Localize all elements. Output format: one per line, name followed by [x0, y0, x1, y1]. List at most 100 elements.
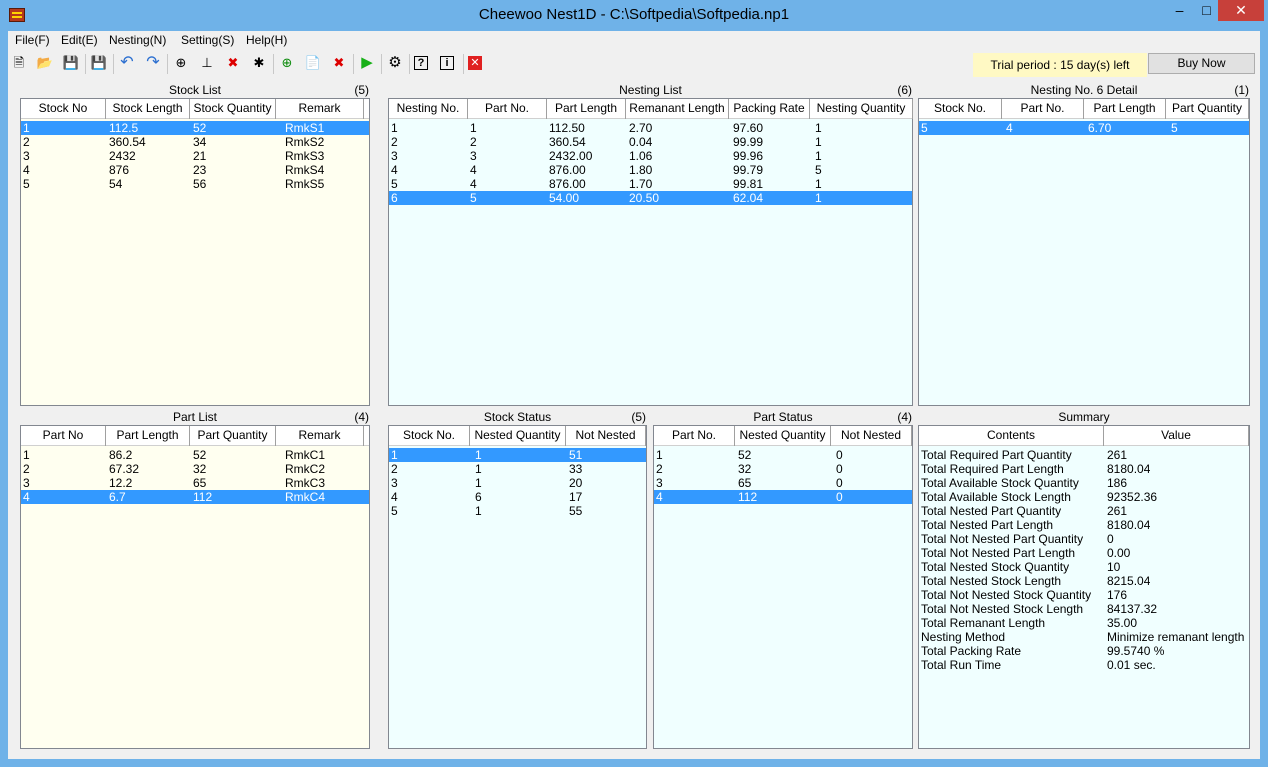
table-row[interactable]: 5 4 6.70 5 [919, 121, 1249, 135]
table-row[interactable]: Total Not Nested Stock Length 84137.32 [919, 602, 1249, 616]
clear-rows-icon[interactable]: ✱ [250, 54, 268, 72]
title-bar[interactable]: Cheewoo Nest1D - C:\Softpedia\Softpedia.… [0, 0, 1268, 31]
stock-status-grid[interactable]: Stock No. Nested Quantity Not Nested 1 1 51 2 1… [388, 425, 647, 749]
column-header[interactable]: Packing Rate [729, 99, 810, 119]
column-header[interactable]: Part Quantity [1166, 99, 1249, 119]
table-row[interactable]: 1 1 112.50 2.70 97.60 1 [389, 121, 912, 135]
exit-icon[interactable]: ✕ [468, 56, 482, 70]
table-row[interactable]: Total Available Stock Length 92352.36 [919, 490, 1249, 504]
table-row[interactable]: Total Not Nested Part Quantity 0 [919, 532, 1249, 546]
column-header[interactable]: Nesting No. [389, 99, 468, 119]
help-icon[interactable]: ? [414, 56, 428, 70]
table-row[interactable]: 2 360.54 34 RmkS2 [21, 135, 369, 149]
column-header[interactable]: Stock Quantity [190, 99, 276, 119]
buy-now-button[interactable]: Buy Now [1148, 53, 1255, 74]
table-row[interactable]: 1 86.2 52 RmkC1 [21, 448, 369, 462]
menu-help[interactable]: Help(H) [246, 33, 287, 47]
nesting-list-grid[interactable]: Nesting No. Part No. Part Length Remanant L… [388, 98, 913, 406]
table-row[interactable]: 2 1 33 [389, 462, 646, 476]
column-header[interactable]: Part No. [1002, 99, 1084, 119]
table-row[interactable]: 3 65 0 [654, 476, 912, 490]
table-row[interactable]: Total Run Time 0.01 sec. [919, 658, 1249, 672]
menu-nesting[interactable]: Nesting(N) [109, 33, 166, 47]
menu-edit[interactable]: Edit(E) [61, 33, 98, 47]
table-row[interactable]: Total Nested Part Quantity 261 [919, 504, 1249, 518]
column-header[interactable]: Nesting Quantity [810, 99, 913, 119]
column-header[interactable]: Value [1104, 426, 1249, 446]
column-header[interactable]: Stock Length [106, 99, 190, 119]
column-header[interactable]: Stock No [21, 99, 106, 119]
insert-document-icon[interactable]: 📄 [304, 54, 322, 72]
part-list-grid[interactable]: Part No Part Length Part Quantity Remark 1 86… [20, 425, 370, 749]
table-row[interactable]: Total Required Part Length 8180.04 [919, 462, 1249, 476]
column-header[interactable]: Part No. [654, 426, 735, 446]
table-row[interactable]: 2 32 0 [654, 462, 912, 476]
column-header[interactable]: Part No [21, 426, 106, 446]
open-folder-icon[interactable]: 📂 [36, 54, 54, 72]
table-row[interactable]: Total Not Nested Stock Quantity 176 [919, 588, 1249, 602]
table-row[interactable]: 5 4 876.00 1.70 99.81 1 [389, 177, 912, 191]
table-row[interactable]: Total Nested Part Length 8180.04 [919, 518, 1249, 532]
save-icon[interactable]: 💾 [62, 54, 80, 72]
table-row[interactable]: Total Remanant Length 35.00 [919, 616, 1249, 630]
column-header[interactable]: Part Length [1084, 99, 1166, 119]
table-row[interactable]: 4 6.7 112 RmkC4 [21, 490, 369, 504]
column-header[interactable]: Remanant Length [626, 99, 729, 119]
column-header[interactable]: Not Nested [831, 426, 912, 446]
column-header[interactable]: Part No. [468, 99, 547, 119]
table-row[interactable]: Total Nested Stock Length 8215.04 [919, 574, 1249, 588]
part-status-grid[interactable]: Part No. Nested Quantity Not Nested 1 52 0 2 32… [653, 425, 913, 749]
delete-document-icon[interactable]: ✖ [330, 54, 348, 72]
table-row[interactable]: 4 6 17 [389, 490, 646, 504]
summary-grid[interactable]: Contents Value Total Required Part Quantit… [918, 425, 1250, 749]
table-row[interactable]: Total Nested Stock Quantity 10 [919, 560, 1249, 574]
table-row[interactable]: 3 2432 21 RmkS3 [21, 149, 369, 163]
column-header[interactable]: Part Quantity [190, 426, 276, 446]
table-row[interactable]: 3 1 20 [389, 476, 646, 490]
table-row[interactable]: Total Required Part Quantity 261 [919, 448, 1249, 462]
column-header[interactable]: Remark [276, 99, 364, 119]
table-row[interactable]: 3 12.2 65 RmkC3 [21, 476, 369, 490]
table-row[interactable]: 4 876 23 RmkS4 [21, 163, 369, 177]
nesting-detail-grid[interactable]: Stock No. Part No. Part Length Part Quantit… [918, 98, 1250, 406]
column-header[interactable]: Nested Quantity [735, 426, 831, 446]
table-row[interactable]: 1 112.5 52 RmkS1 [21, 121, 369, 135]
menu-setting[interactable]: Setting(S) [181, 33, 234, 47]
table-row[interactable]: 5 1 55 [389, 504, 646, 518]
info-icon[interactable]: i [440, 56, 454, 70]
table-row[interactable]: 1 52 0 [654, 448, 912, 462]
column-header[interactable]: Part Length [547, 99, 626, 119]
column-header[interactable]: Not Nested [566, 426, 646, 446]
save-as-icon[interactable]: 💾 [90, 54, 108, 72]
table-row[interactable]: Total Not Nested Part Length 0.00 [919, 546, 1249, 560]
minimize-button[interactable]: – [1166, 0, 1193, 21]
undo-icon[interactable]: ↶ [118, 54, 136, 72]
table-row[interactable]: 5 54 56 RmkS5 [21, 177, 369, 191]
column-header[interactable]: Nested Quantity [470, 426, 566, 446]
table-row[interactable]: Nesting Method Minimize remanant length [919, 630, 1249, 644]
new-file-icon[interactable]: 🗎 [10, 54, 28, 72]
add-column-icon[interactable]: ⊕ [278, 54, 296, 72]
table-row[interactable]: 4 112 0 [654, 490, 912, 504]
maximize-button[interactable]: □ [1193, 0, 1220, 21]
column-header[interactable]: Remark [276, 426, 364, 446]
table-row[interactable]: 3 3 2432.00 1.06 99.96 1 [389, 149, 912, 163]
menu-file[interactable]: File(F) [15, 33, 50, 47]
close-window-button[interactable]: ✕ [1218, 0, 1264, 21]
add-row-icon[interactable]: ⊕ [172, 54, 190, 72]
table-row[interactable]: 4 4 876.00 1.80 99.79 5 [389, 163, 912, 177]
column-header[interactable]: Contents [919, 426, 1104, 446]
delete-row-icon[interactable]: ✖ [224, 54, 242, 72]
table-row[interactable]: 2 67.32 32 RmkC2 [21, 462, 369, 476]
insert-row-icon[interactable]: ⊥ [198, 54, 216, 72]
table-row[interactable]: Total Packing Rate 99.5740 % [919, 644, 1249, 658]
table-row[interactable]: Total Available Stock Quantity 186 [919, 476, 1249, 490]
table-row[interactable]: 2 2 360.54 0.04 99.99 1 [389, 135, 912, 149]
column-header[interactable]: Stock No. [919, 99, 1002, 119]
settings-gear-icon[interactable]: ⚙ [386, 54, 404, 72]
redo-icon[interactable]: ↷ [144, 54, 162, 72]
run-nesting-icon[interactable]: ▶ [358, 54, 376, 72]
column-header[interactable]: Part Length [106, 426, 190, 446]
column-header[interactable]: Stock No. [389, 426, 470, 446]
table-row[interactable]: 6 5 54.00 20.50 62.04 1 [389, 191, 912, 205]
